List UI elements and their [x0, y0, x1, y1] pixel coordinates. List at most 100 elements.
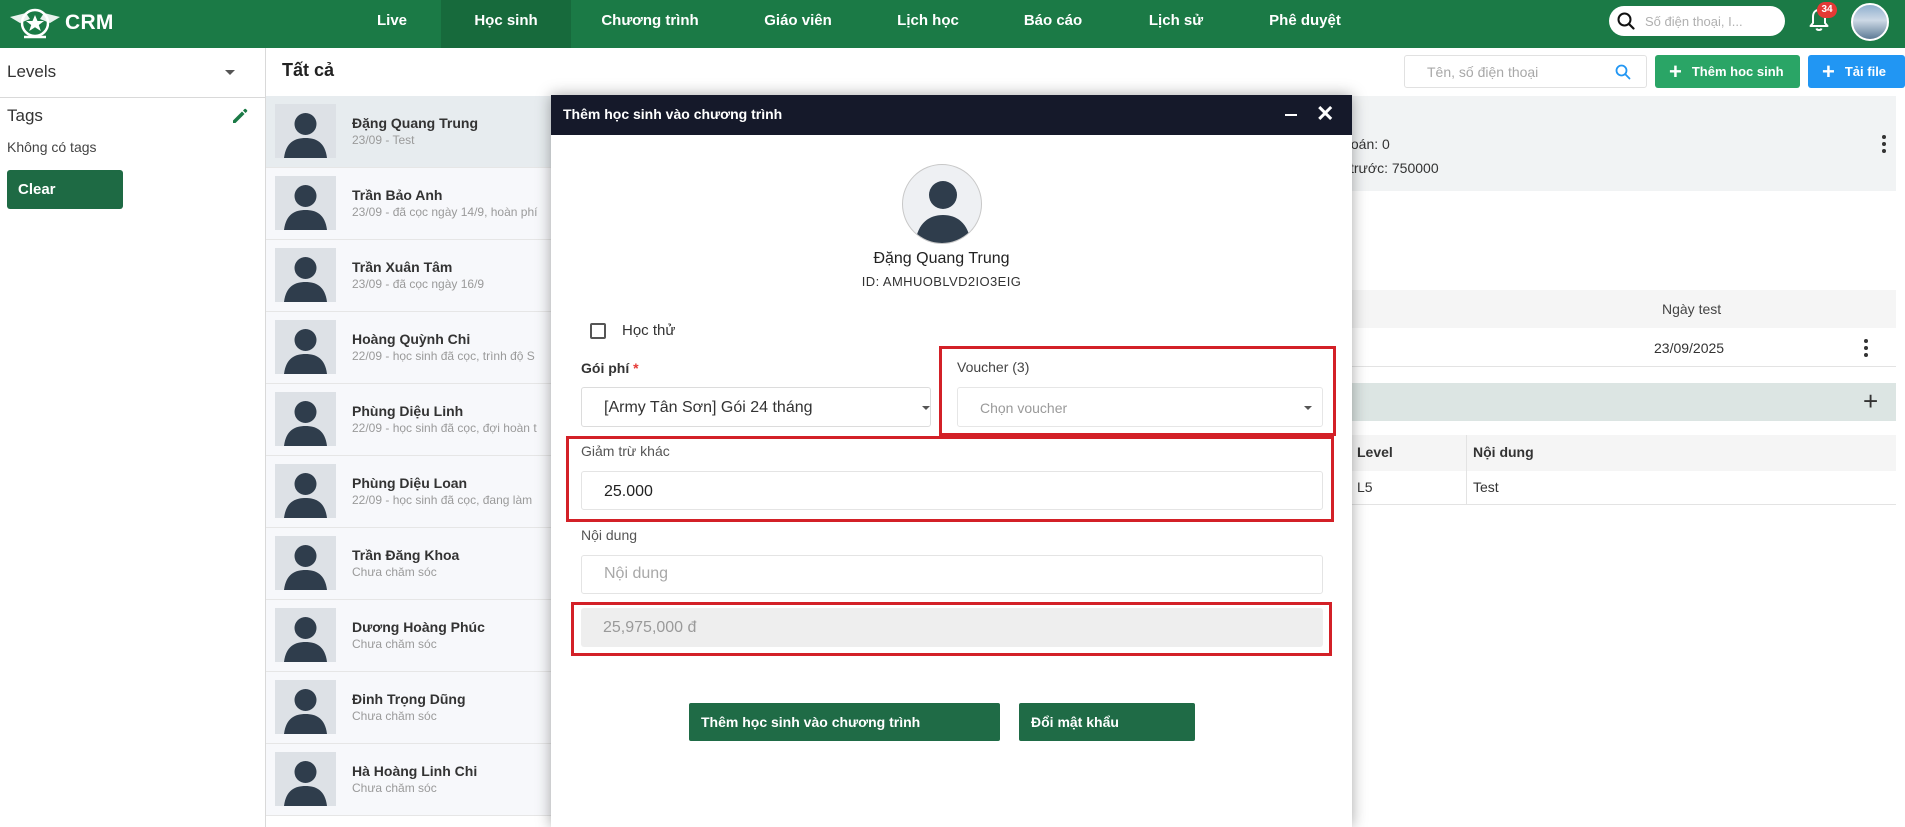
avatar [275, 248, 336, 302]
avatar [275, 608, 336, 662]
close-icon[interactable]: ✕ [1316, 102, 1334, 126]
test-date-header: Ngày test [1662, 301, 1722, 317]
required-mark: * [633, 360, 639, 376]
deposit-info: trước: 750000 [1350, 160, 1439, 176]
plus-icon: + [1822, 58, 1835, 84]
student-note: 23/09 - đã cọc ngày 14/9, hoàn phí [352, 205, 538, 219]
student-name: Dương Hoàng Phúc [352, 619, 485, 635]
notification-badge: 34 [1817, 2, 1837, 18]
add-student-button[interactable]: + Thêm hoc sinh [1655, 55, 1800, 88]
avatar [275, 752, 336, 806]
avatar [275, 104, 336, 158]
add-icon[interactable]: + [1863, 388, 1878, 414]
student-name: Hoàng Quỳnh Chi [352, 331, 471, 347]
nav-live[interactable]: Live [355, 0, 429, 48]
upload-file-button[interactable]: + Tải file [1808, 55, 1905, 88]
row-options-icon[interactable] [1864, 339, 1868, 357]
nav-bao-cao[interactable]: Báo cáo [1005, 0, 1101, 48]
minimize-icon[interactable] [1285, 114, 1297, 116]
nav-chuong-trinh[interactable]: Chương trình [590, 0, 710, 48]
brand-name: CRM [65, 11, 114, 34]
student-row[interactable]: Hà Hoàng Linh Chi Chưa chăm sóc [266, 744, 556, 816]
no-tags-text: Không có tags [7, 139, 97, 155]
student-note: Chưa chăm sóc [352, 781, 437, 795]
plus-icon: + [1669, 58, 1682, 84]
student-search[interactable] [1404, 55, 1647, 88]
nav-lich-hoc[interactable]: Lịch học [880, 0, 976, 48]
fee-select-value: [Army Tân Sơn] Gói 24 tháng [604, 399, 813, 416]
chevron-down-icon [225, 70, 235, 75]
nav-hoc-sinh[interactable]: Học sinh [441, 0, 571, 48]
total-highlight-box [571, 602, 1332, 656]
student-search-input[interactable] [1427, 63, 1607, 80]
change-password-button[interactable]: Đổi mật khẩu [1019, 703, 1195, 741]
student-row[interactable]: Dương Hoàng Phúc Chưa chăm sóc [266, 600, 556, 672]
content-header: Nội dung [1473, 444, 1534, 460]
student-note: 23/09 - đã cọc ngày 16/9 [352, 277, 485, 291]
search-icon [1617, 12, 1635, 30]
levels-dropdown[interactable]: Levels [0, 48, 266, 98]
tags-label: Tags [7, 106, 43, 125]
content-cell: Test [1473, 479, 1499, 495]
student-note: Chưa chăm sóc [352, 565, 437, 579]
avatar [275, 464, 336, 518]
more-options-icon[interactable] [1882, 135, 1886, 153]
avatar [275, 320, 336, 374]
student-note: 22/09 - học sinh đã cọc, trình độ S [352, 349, 535, 363]
student-row[interactable]: Hoàng Quỳnh Chi 22/09 - học sinh đã cọc,… [266, 312, 556, 384]
global-search[interactable] [1609, 6, 1785, 36]
content-input[interactable] [604, 565, 1204, 583]
crm-app: CRM Live Học sinh Chương trình Giáo viên… [0, 0, 1905, 827]
test-date-cell: 23/09/2025 [1654, 340, 1725, 356]
student-name: Đặng Quang Trung [873, 250, 1010, 267]
student-note: Chưa chăm sóc [352, 709, 437, 723]
user-avatar[interactable] [1851, 3, 1889, 41]
student-row[interactable]: Phùng Diệu Linh 22/09 - học sinh đã cọc,… [266, 384, 556, 456]
chevron-down-icon [922, 406, 930, 410]
divider [1466, 435, 1467, 505]
student-note: 22/09 - học sinh đã cọc, đợi hoàn t [352, 421, 537, 435]
student-list: Đặng Quang Trung 23/09 - Test Trần Bảo A… [266, 96, 556, 827]
add-to-program-modal: Thêm học sinh vào chương trình ✕ Đặng Qu… [551, 95, 1352, 827]
modal-header: Thêm học sinh vào chương trình ✕ [551, 95, 1352, 135]
levels-label: Levels [7, 62, 57, 81]
student-row[interactable]: Đặng Quang Trung 23/09 - Test [266, 96, 556, 168]
content-label: Nội dung [581, 527, 638, 543]
student-row[interactable]: Phùng Diệu Loan 22/09 - học sinh đã cọc,… [266, 456, 556, 528]
student-row[interactable]: Đinh Trọng Dũng Chưa chăm sóc [266, 672, 556, 744]
add-to-program-button[interactable]: Thêm học sinh vào chương trình [689, 703, 1000, 741]
modal-title: Thêm học sinh vào chương trình [563, 106, 783, 122]
brand-logo[interactable]: CRM [8, 2, 114, 44]
add-student-label: Thêm hoc sinh [1691, 64, 1784, 79]
nav-giao-vien[interactable]: Giáo viên [748, 0, 848, 48]
student-note: Chưa chăm sóc [352, 637, 437, 651]
filter-sidebar: Levels Tags Không có tags Clear [0, 48, 266, 827]
student-row[interactable]: Trần Xuân Tâm 23/09 - đã cọc ngày 16/9 [266, 240, 556, 312]
edit-tags-icon[interactable] [230, 106, 250, 126]
list-title: Tất cả [282, 60, 335, 80]
avatar [275, 536, 336, 590]
student-row[interactable]: Trần Đăng Khoa Chưa chăm sóc [266, 528, 556, 600]
global-search-input[interactable] [1645, 13, 1765, 29]
payment-info: toán: 0 [1347, 136, 1390, 152]
level-cell: L5 [1357, 479, 1373, 495]
student-name: Trần Đăng Khoa [352, 547, 460, 563]
nav-lich-su[interactable]: Lịch sử [1128, 0, 1224, 48]
student-name: Trần Xuân Tâm [352, 259, 453, 275]
voucher-highlight-box [939, 346, 1336, 436]
clear-button[interactable]: Clear [7, 170, 123, 209]
student-id: ID: AMHUOBLVD2IO3EIG [861, 274, 1022, 289]
level-header: Level [1357, 444, 1393, 460]
trial-checkbox[interactable] [590, 323, 606, 339]
fee-select[interactable]: [Army Tân Sơn] Gói 24 tháng [581, 387, 931, 427]
content-field[interactable] [581, 555, 1323, 594]
nav-phe-duyet[interactable]: Phê duyệt [1250, 0, 1360, 48]
student-row[interactable]: Trần Bảo Anh 23/09 - đã cọc ngày 14/9, h… [266, 168, 556, 240]
avatar [275, 392, 336, 446]
logo-icon [10, 8, 60, 39]
student-name: Phùng Diệu Linh [352, 403, 464, 419]
top-navbar: CRM Live Học sinh Chương trình Giáo viên… [0, 0, 1905, 48]
fee-label: Gói phí * [581, 360, 639, 376]
discount-highlight-box [566, 436, 1334, 522]
search-icon[interactable] [1615, 64, 1631, 80]
